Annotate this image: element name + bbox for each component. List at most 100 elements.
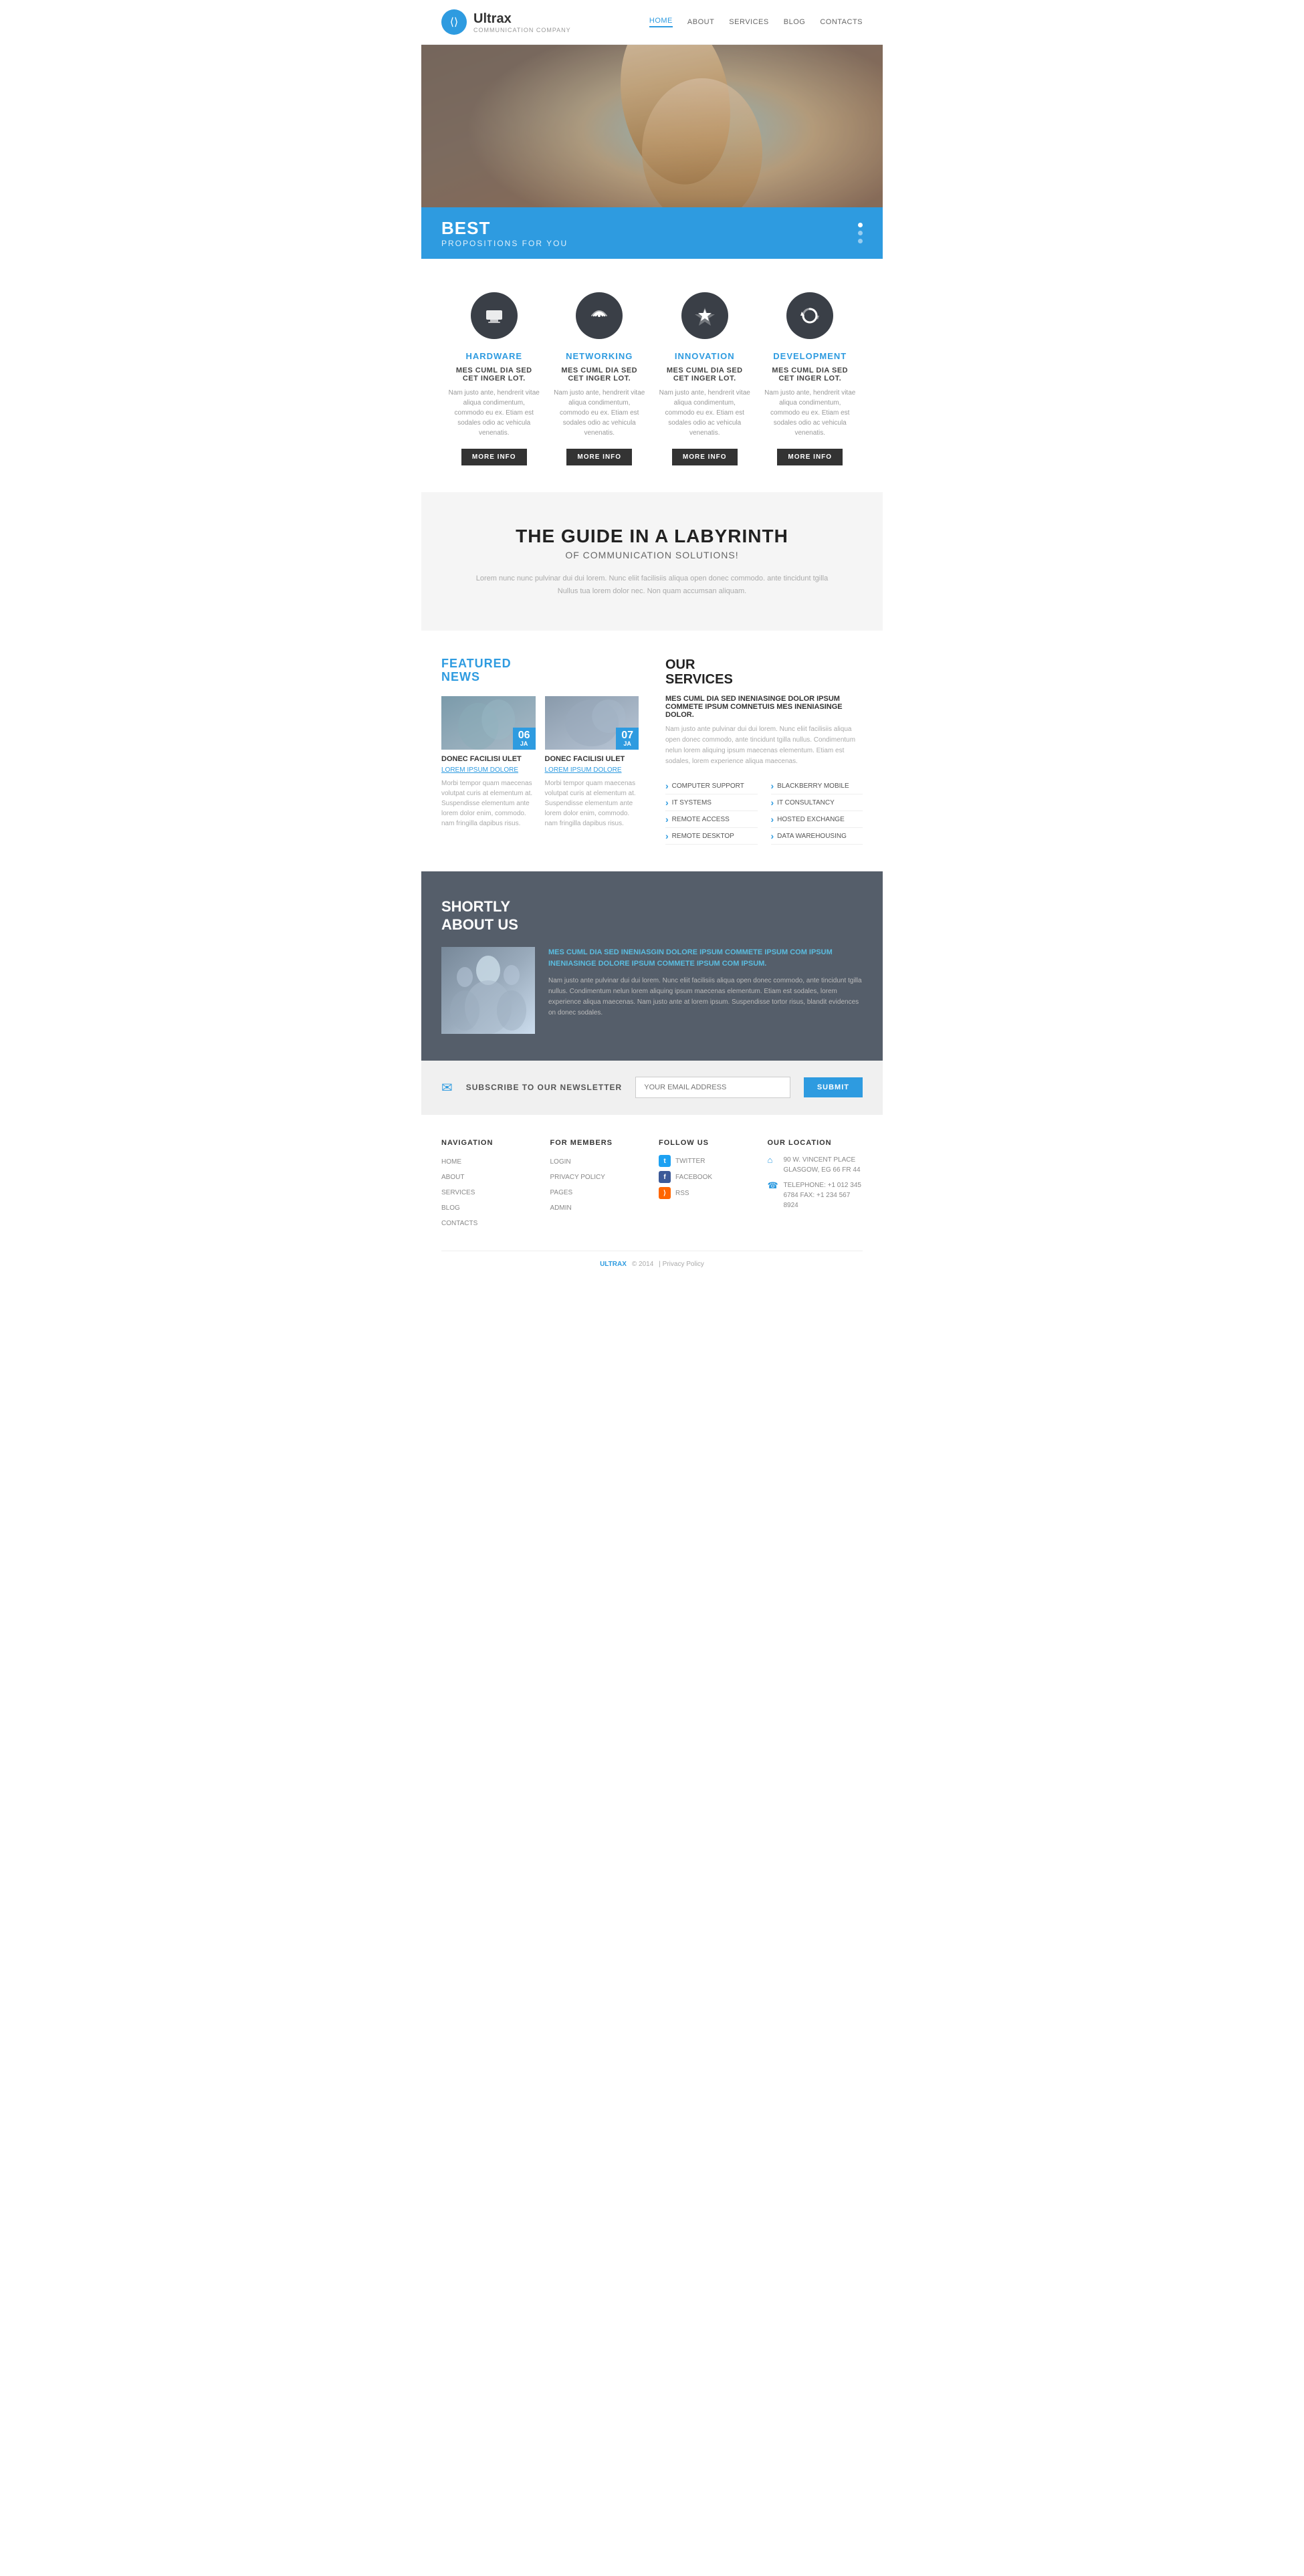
news-img-1: 07 JA xyxy=(545,696,639,750)
feature-subtitle-0: MES CUML DIA SED CET INGER LOT. xyxy=(448,366,540,383)
more-info-btn-0[interactable]: MORE INFO xyxy=(461,449,527,465)
hero-caption: BEST PROPOSITIONS FOR YOU xyxy=(421,207,883,259)
logo-tagline: Communication Company xyxy=(473,27,571,33)
services-lists: COMPUTER SUPPORT IT SYSTEMS REMOTE ACCES… xyxy=(665,778,863,845)
features-section: HARDWARE MES CUML DIA SED CET INGER LOT.… xyxy=(421,259,883,492)
development-icon xyxy=(786,292,833,339)
nav-contacts[interactable]: CONTACTS xyxy=(820,18,863,26)
feature-desc-2: Nam justo ante, hendrerit vitae aliqua c… xyxy=(659,388,751,438)
twitter-label: TWITTER xyxy=(675,1158,705,1165)
nav-blog[interactable]: BLOG xyxy=(784,18,806,26)
feature-innovation: INNOVATION MES CUML DIA SED CET INGER LO… xyxy=(652,292,758,465)
footer-brand: ULTRAX xyxy=(600,1261,627,1268)
service-item-5[interactable]: IT CONSULTANCY xyxy=(771,794,863,811)
more-info-btn-1[interactable]: MORE INFO xyxy=(566,449,632,465)
footer-nav-contacts[interactable]: CONTACTS xyxy=(441,1220,477,1227)
guide-subtitle: OF COMMUNICATION SOLUTIONS! xyxy=(441,550,863,560)
newsletter-input[interactable] xyxy=(635,1077,790,1098)
service-item-0[interactable]: COMPUTER SUPPORT xyxy=(665,778,758,794)
hero-section: BEST PROPOSITIONS FOR YOU xyxy=(421,45,883,259)
email-icon: ✉ xyxy=(441,1079,453,1096)
twitter-icon: t xyxy=(659,1155,671,1167)
more-info-btn-2[interactable]: MORE INFO xyxy=(672,449,738,465)
feature-desc-1: Nam justo ante, hendrerit vitae aliqua c… xyxy=(554,388,646,438)
footer-follow-col: FOLLOW US t TWITTER f FACEBOOK ⟩ RSS xyxy=(659,1139,754,1232)
about-body: Nam justo ante pulvinar dui dui lorem. N… xyxy=(548,976,863,1018)
footer-member-2[interactable]: PAGES xyxy=(550,1189,573,1196)
footer-columns: NAVIGATION HOME ABOUT SERVICES BLOG CONT… xyxy=(441,1139,863,1232)
footer-privacy-link[interactable]: | Privacy Policy xyxy=(659,1261,704,1268)
footer-member-3[interactable]: ADMIN xyxy=(550,1204,572,1212)
logo-text-area: Ultrax Communication Company xyxy=(473,11,571,33)
services-desc: Nam justo ante pulvinar dui dui lorem. N… xyxy=(665,724,863,767)
footer-nav-services[interactable]: SERVICES xyxy=(441,1189,475,1196)
facebook-icon: f xyxy=(659,1171,671,1183)
hero-dot-3[interactable] xyxy=(858,239,863,243)
feature-desc-3: Nam justo ante, hendrerit vitae aliqua c… xyxy=(764,388,857,438)
footer-members-col: FOR MEMBERS LOGIN PRIVACY POLICY PAGES A… xyxy=(550,1139,646,1232)
footer-nav-blog[interactable]: BLOG xyxy=(441,1204,460,1212)
service-item-7[interactable]: DATA WAREHOUSING xyxy=(771,828,863,845)
hero-dot-2[interactable] xyxy=(858,231,863,235)
footer-location-col: OUR LOCATION ⌂ 90 W. VINCENT PLACE GLASG… xyxy=(768,1139,863,1232)
services-desc-title: MES CUML DIA SED INENIASINGE DOLOR IPSUM… xyxy=(665,695,863,719)
news-card-0: 06 JA DONEC FACILISI ULET LOREM IPSUM DO… xyxy=(441,696,536,829)
services-list-2: BLACKBERRY MOBILE IT CONSULTANCY HOSTED … xyxy=(771,778,863,845)
guide-desc: Lorem nunc nunc pulvinar dui dui lorem. … xyxy=(465,572,839,597)
address-text: 90 W. VINCENT PLACE GLASGOW, EG 66 FR 44 xyxy=(784,1155,863,1175)
newsletter-submit-btn[interactable]: SUBMIT xyxy=(804,1077,863,1097)
hero-dot-1[interactable] xyxy=(858,223,863,227)
footer-nav-home[interactable]: HOME xyxy=(441,1158,461,1166)
service-item-4[interactable]: BLACKBERRY MOBILE xyxy=(771,778,863,794)
hero-caption-text: BEST PROPOSITIONS FOR YOU xyxy=(441,218,568,248)
footer-bottom: ULTRAX © 2014 | Privacy Policy xyxy=(441,1251,863,1268)
news-cards: 06 JA DONEC FACILISI ULET LOREM IPSUM DO… xyxy=(441,696,639,829)
news-img-0: 06 JA xyxy=(441,696,536,750)
footer-member-1[interactable]: PRIVACY POLICY xyxy=(550,1174,605,1181)
news-date-0: 06 JA xyxy=(513,728,536,750)
main-nav: HOME ABOUT SERVICES BLOG CONTACTS xyxy=(649,17,863,27)
footer-members-title: FOR MEMBERS xyxy=(550,1139,646,1147)
more-info-btn-3[interactable]: MORE INFO xyxy=(777,449,843,465)
phone-icon: ☎ xyxy=(768,1180,778,1191)
rss-label: RSS xyxy=(675,1190,689,1197)
services-list-1: COMPUTER SUPPORT IT SYSTEMS REMOTE ACCES… xyxy=(665,778,758,845)
news-card-link-1[interactable]: LOREM IPSUM DOLORE xyxy=(545,766,622,774)
service-item-2[interactable]: REMOTE ACCESS xyxy=(665,811,758,828)
about-inner: MES CUML DIA SED INENIASGIN DOLORE IPSUM… xyxy=(441,947,863,1034)
home-icon: ⌂ xyxy=(768,1155,778,1165)
news-column: FEATURED NEWS xyxy=(441,657,639,845)
logo[interactable]: ⟨⟩ Ultrax Communication Company xyxy=(441,9,571,35)
facebook-label: FACEBOOK xyxy=(675,1174,712,1181)
news-services-section: FEATURED NEWS xyxy=(421,631,883,871)
service-item-6[interactable]: HOSTED EXCHANGE xyxy=(771,811,863,828)
news-label: FEATURED NEWS xyxy=(441,657,639,684)
feature-networking: NETWORKING MES CUML DIA SED CET INGER LO… xyxy=(547,292,653,465)
innovation-icon xyxy=(681,292,728,339)
footer-nav-about[interactable]: ABOUT xyxy=(441,1174,464,1181)
nav-about[interactable]: ABOUT xyxy=(687,18,714,26)
guide-title: THE GUIDE IN A LABYRINTH xyxy=(441,526,863,547)
nav-home[interactable]: HOME xyxy=(649,17,673,27)
footer-member-0[interactable]: LOGIN xyxy=(550,1158,571,1166)
newsletter-label: SUBSCRIBE TO OUR NEWSLETTER xyxy=(466,1083,622,1092)
telephone-text: TELEPHONE: +1 012 345 6784 FAX: +1 234 5… xyxy=(784,1180,863,1210)
service-item-1[interactable]: IT SYSTEMS xyxy=(665,794,758,811)
about-section: SHORTLY ABOUT US xyxy=(421,871,883,1061)
news-card-link-0[interactable]: LOREM IPSUM DOLORE xyxy=(441,766,518,774)
site-footer: NAVIGATION HOME ABOUT SERVICES BLOG CONT… xyxy=(421,1114,883,1281)
service-item-3[interactable]: REMOTE DESKTOP xyxy=(665,828,758,845)
footer-nav-col: NAVIGATION HOME ABOUT SERVICES BLOG CONT… xyxy=(441,1139,537,1232)
footer-rss-link[interactable]: ⟩ RSS xyxy=(659,1187,754,1199)
feature-title-0: HARDWARE xyxy=(448,351,540,361)
services-title: OURSERVICES xyxy=(665,657,863,687)
news-card-title-1: DONEC FACILISI ULET xyxy=(545,755,639,763)
news-card-title-0: DONEC FACILISI ULET xyxy=(441,755,536,763)
footer-twitter-link[interactable]: t TWITTER xyxy=(659,1155,754,1167)
about-highlight: MES CUML DIA SED INENIASGIN DOLORE IPSUM… xyxy=(548,947,863,969)
nav-services[interactable]: SERVICES xyxy=(729,18,768,26)
news-card-text-1: Morbi tempor quam maecenas volutpat curi… xyxy=(545,778,639,829)
feature-development: DEVELOPMENT MES CUML DIA SED CET INGER L… xyxy=(758,292,863,465)
feature-title-2: INNOVATION xyxy=(659,351,751,361)
footer-facebook-link[interactable]: f FACEBOOK xyxy=(659,1171,754,1183)
